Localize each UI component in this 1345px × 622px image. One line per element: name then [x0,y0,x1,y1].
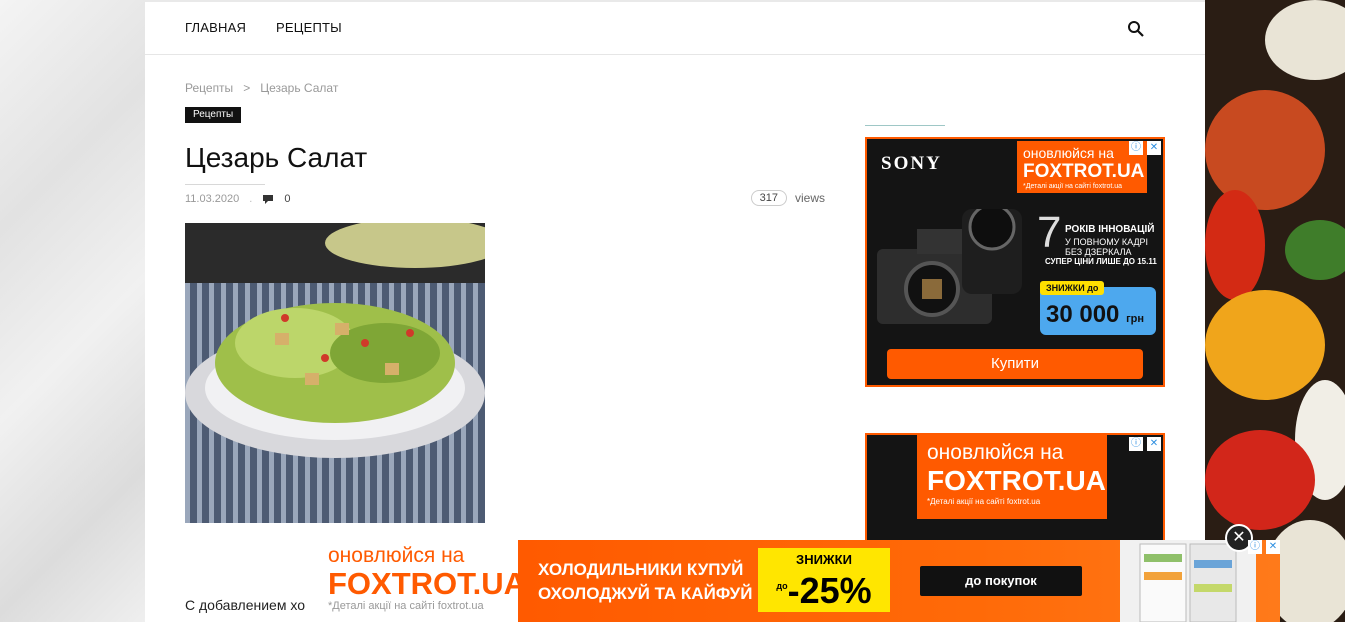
banner-message: ХОЛОДИЛЬНИКИ КУПУЙ ОХОЛОДЖУЙ ТА КАЙФУЙ [538,558,752,606]
title-divider [185,184,265,185]
foxtrot-box: оновлюйся на FOXTROT.UA *Деталі акції на… [917,435,1107,519]
views-count: 317 [750,190,787,206]
article-body: С добавлением хо [185,597,305,613]
breadcrumb-separator: > [243,81,251,95]
discount-badge-value: до-25% [776,570,872,611]
search-icon[interactable] [1127,20,1145,38]
main-nav: ГЛАВНАЯ РЕЦЕПТЫ [185,20,342,35]
banner-message-line-1: ХОЛОДИЛЬНИКИ КУПУЙ [538,560,744,579]
background-marble [0,0,145,622]
foxtrot-logo: FOXTROT.UA [1023,161,1145,182]
ad-disclaimer: *Деталі акції на сайті foxtrot.ua [1023,183,1123,190]
ad-info-icon[interactable]: ⓘ [1129,141,1143,155]
seven-number: 7 [1037,208,1062,257]
nav-home[interactable]: ГЛАВНАЯ [185,20,246,35]
views-label: views [794,191,825,205]
ad-tagline: оновлюйся на [328,544,465,567]
category-badge[interactable]: Рецепты [185,107,242,123]
foxtrot-logo: FOXTROT.UA [927,465,1106,496]
ad-controls: ⓘ ✕ [1248,540,1280,554]
ad-close-icon[interactable]: ✕ [1266,540,1280,554]
ad-info-icon[interactable]: ⓘ [1129,437,1143,451]
ad-tagline: оновлюйся на [927,441,1064,464]
years-line-3: БЕЗ ДЗЕРКАЛА [1065,247,1132,257]
sony-logo: SONY [881,153,942,174]
discount-value: 30 000 грн [1046,301,1145,328]
ad-close-icon[interactable]: ✕ [1147,437,1161,451]
comment-count[interactable]: 0 [284,193,290,205]
buy-button[interactable]: Купити [887,349,1143,379]
sidebar-ad-foxtrot[interactable]: оновлюйся на FOXTROT.UA *Деталі акції на… [865,433,1165,543]
super-price-text: СУПЕР ЦІНИ ЛИШЕ ДО 15.11 [1045,257,1157,266]
fridge-image [1120,540,1256,622]
ad-controls: ⓘ ✕ [1129,437,1161,451]
breadcrumb: Рецепты > Цезарь Салат [185,81,338,95]
breadcrumb-recipes[interactable]: Рецепты [185,81,233,95]
discount-label: ЗНИЖКИ до [1040,281,1105,295]
bottom-ad-banner[interactable]: оновлюйся на FOXTROT.UA *Деталі акції на… [318,524,1280,622]
banner-promo-area: ХОЛОДИЛЬНИКИ КУПУЙ ОХОЛОДЖУЙ ТА КАЙФУЙ З… [518,524,1280,622]
foxtrot-box: оновлюйся на FOXTROT.UA *Деталі акції на… [1017,141,1147,193]
background-food-image [1205,0,1345,622]
header: ГЛАВНАЯ РЕЦЕПТЫ [145,0,1205,55]
banner-message-line-2: ОХОЛОДЖУЙ ТА КАЙФУЙ [538,584,753,603]
shop-now-button[interactable]: до покупок [920,566,1082,596]
post-date: 11.03.2020 [185,193,240,205]
views-counter: 317 views [750,190,825,206]
years-line-2: У ПОВНОМУ КАДРІ [1065,237,1149,247]
breadcrumb-current[interactable]: Цезарь Салат [260,81,338,95]
recipe-photo [185,223,485,523]
discount-badge-label: ЗНИЖКИ [796,552,852,567]
ad-info-icon[interactable]: ⓘ [1248,540,1262,554]
page-content: ГЛАВНАЯ РЕЦЕПТЫ Рецепты > Цезарь Салат Р… [145,0,1205,622]
foxtrot-logo: FOXTROT.UA [328,566,527,601]
nav-recipes[interactable]: РЕЦЕПТЫ [276,20,342,35]
ad-disclaimer: *Деталі акції на сайті foxtrot.ua [927,497,1041,506]
page-title: Цезарь Салат [185,142,368,173]
post-meta: 11.03.2020 . 0 [185,193,290,205]
meta-separator: . [249,193,253,205]
sidebar-ad-sony[interactable]: SONY оновлюйся на FOXTROT.UA *Деталі акц… [865,137,1165,387]
ad-tagline: оновлюйся на [1023,145,1114,161]
camera-image [877,209,1022,324]
ad-controls: ⓘ ✕ [1129,141,1161,155]
comment-icon[interactable] [262,194,274,205]
discount-block: ЗНИЖКИ до 30 000 грн [1040,281,1156,335]
foxtrot-box: оновлюйся на FOXTROT.UA *Деталі акції на… [318,540,527,622]
sidebar-divider [865,125,945,126]
ad-close-icon[interactable]: ✕ [1147,141,1161,155]
discount-badge: ЗНИЖКИ до-25% [758,548,890,612]
ad-disclaimer: *Деталі акції на сайті foxtrot.ua [328,600,484,612]
years-line-1: РОКІВ ІННОВАЦІЙ [1065,224,1155,235]
